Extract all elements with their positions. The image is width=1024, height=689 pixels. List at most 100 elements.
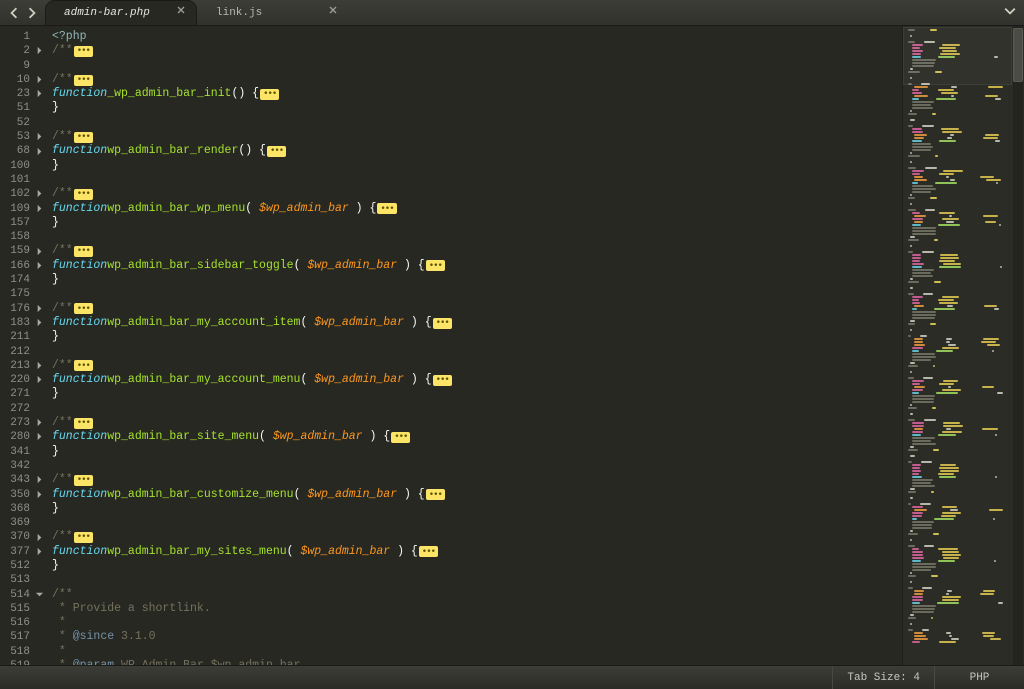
line-number: 100	[0, 159, 34, 173]
fold-gutter[interactable]	[34, 26, 46, 665]
line-number: 212	[0, 345, 34, 359]
folded-region-pill[interactable]: •••	[74, 475, 93, 486]
fold-toggle[interactable]	[35, 533, 45, 543]
chevron-right-icon	[26, 6, 38, 24]
fold-toggle[interactable]	[35, 147, 45, 157]
line-number: 2	[0, 44, 34, 58]
code-line: }	[52, 159, 902, 173]
nav-arrows	[0, 7, 46, 25]
code-line: }	[52, 502, 902, 516]
nav-back-button[interactable]	[6, 7, 22, 23]
fold-toggle[interactable]	[35, 75, 45, 85]
code-line	[52, 116, 902, 130]
fold-toggle[interactable]	[35, 304, 45, 314]
code-line	[52, 59, 902, 73]
line-number: 513	[0, 573, 34, 587]
folded-region-pill[interactable]: •••	[419, 546, 438, 557]
code-line: }	[52, 559, 902, 573]
tab-title: admin-bar.php	[64, 7, 150, 19]
fold-toggle[interactable]	[35, 46, 45, 56]
folded-region-pill[interactable]: •••	[74, 189, 93, 200]
fold-toggle[interactable]	[35, 418, 45, 428]
tab-admin-bar-php[interactable]: admin-bar.php	[46, 1, 196, 25]
line-number: 157	[0, 216, 34, 230]
line-number: 158	[0, 230, 34, 244]
fold-toggle[interactable]	[35, 375, 45, 385]
folded-region-pill[interactable]: •••	[433, 375, 452, 386]
chevron-left-icon	[8, 6, 20, 24]
fold-toggle[interactable]	[35, 89, 45, 99]
line-number-gutter[interactable]: 1291023515253681001011021091571581591661…	[0, 26, 34, 665]
code-line	[52, 402, 902, 416]
fold-toggle[interactable]	[35, 189, 45, 199]
code-line: * @param WP_Admin_Bar $wp_admin_bar	[52, 659, 902, 665]
line-number: 166	[0, 259, 34, 273]
folded-region-pill[interactable]: •••	[426, 260, 445, 271]
tab-close-button[interactable]	[174, 5, 188, 19]
fold-toggle[interactable]	[35, 361, 45, 371]
line-number: 517	[0, 630, 34, 644]
status-bar: Tab Size: 4 PHP	[0, 665, 1024, 689]
close-icon	[176, 5, 186, 19]
line-number: 518	[0, 645, 34, 659]
minimap[interactable]	[902, 26, 1024, 665]
folded-region-pill[interactable]: •••	[74, 532, 93, 543]
code-content[interactable]: <?php/** •••/** •••function _wp_admin_ba…	[46, 26, 902, 665]
code-line: /** •••	[52, 416, 902, 430]
line-number: 377	[0, 545, 34, 559]
folded-region-pill[interactable]: •••	[74, 303, 93, 314]
line-number: 10	[0, 73, 34, 87]
close-icon	[328, 5, 338, 19]
folded-region-pill[interactable]: •••	[391, 432, 410, 443]
folded-region-pill[interactable]: •••	[433, 318, 452, 329]
line-number: 515	[0, 602, 34, 616]
line-number: 342	[0, 459, 34, 473]
line-number: 159	[0, 244, 34, 258]
top-bar: admin-bar.php link.js	[0, 0, 1024, 26]
code-line	[52, 573, 902, 587]
code-line: /** •••	[52, 130, 902, 144]
fold-toggle[interactable]	[35, 318, 45, 328]
code-line: /** •••	[52, 473, 902, 487]
code-line	[52, 287, 902, 301]
minimap-viewport[interactable]	[903, 27, 1012, 85]
folded-region-pill[interactable]: •••	[426, 489, 445, 500]
code-line: /** •••	[52, 244, 902, 258]
folded-region-pill[interactable]: •••	[377, 203, 396, 214]
panel-switch-button[interactable]	[996, 1, 1024, 25]
fold-toggle[interactable]	[35, 475, 45, 485]
code-line: * Provide a shortlink.	[52, 602, 902, 616]
fold-toggle[interactable]	[35, 247, 45, 257]
folded-region-pill[interactable]: •••	[74, 132, 93, 143]
folded-region-pill[interactable]: •••	[267, 146, 286, 157]
fold-toggle[interactable]	[35, 261, 45, 271]
code-line: }	[52, 445, 902, 459]
fold-toggle[interactable]	[35, 547, 45, 557]
fold-toggle[interactable]	[35, 204, 45, 214]
code-line: }	[52, 273, 902, 287]
line-number: 109	[0, 202, 34, 216]
line-number: 68	[0, 144, 34, 158]
fold-toggle[interactable]	[35, 490, 45, 500]
tab-close-button[interactable]	[326, 5, 340, 19]
nav-forward-button[interactable]	[24, 7, 40, 23]
folded-region-pill[interactable]: •••	[74, 360, 93, 371]
status-tab-size[interactable]: Tab Size: 4	[832, 666, 934, 689]
minimap-scroll-thumb[interactable]	[1013, 28, 1023, 82]
folded-region-pill[interactable]: •••	[74, 46, 93, 57]
line-number: 512	[0, 559, 34, 573]
tab-title: link.js	[216, 7, 262, 19]
line-number: 514	[0, 588, 34, 602]
folded-region-pill[interactable]: •••	[74, 75, 93, 86]
fold-toggle[interactable]	[35, 132, 45, 142]
tab-link-js[interactable]: link.js	[198, 1, 348, 25]
folded-region-pill[interactable]: •••	[74, 418, 93, 429]
line-number: 368	[0, 502, 34, 516]
folded-region-pill[interactable]: •••	[74, 246, 93, 257]
fold-toggle[interactable]	[35, 432, 45, 442]
code-line: <?php	[52, 30, 902, 44]
minimap-scroll-track[interactable]	[1013, 26, 1023, 665]
folded-region-pill[interactable]: •••	[260, 89, 279, 100]
status-language[interactable]: PHP	[934, 666, 1024, 689]
fold-toggle[interactable]	[35, 590, 45, 600]
